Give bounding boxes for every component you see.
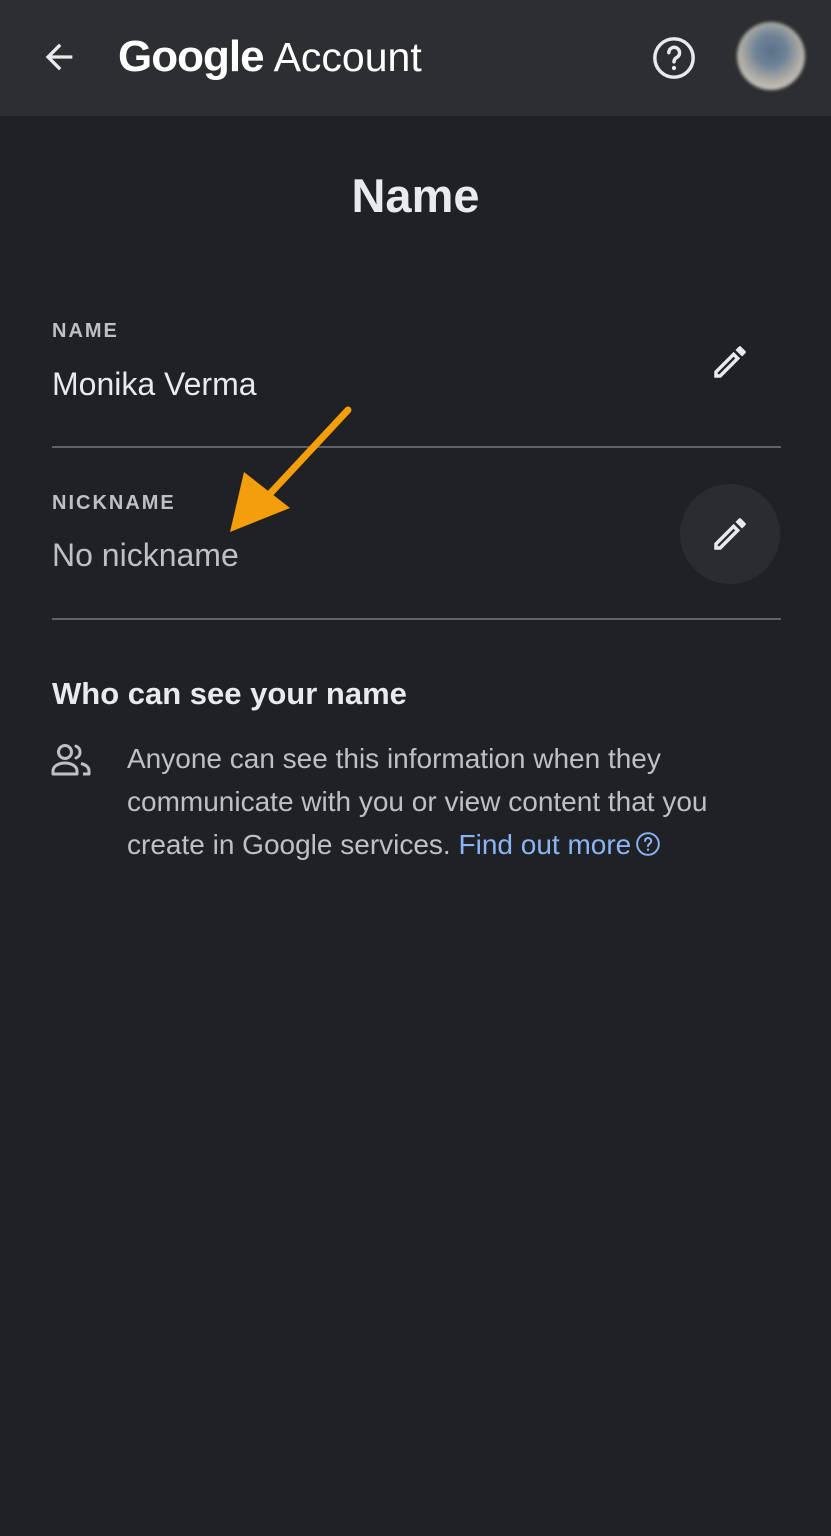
annotation-arrow [230,406,352,532]
divider [52,618,781,620]
nickname-label: NICKNAME [52,492,176,514]
nickname-value: No nickname [52,537,239,573]
help-circle-icon [636,832,661,856]
find-out-more-link[interactable]: Find out more [459,829,662,860]
page-title: Name [351,169,480,222]
edit-name-button[interactable] [680,312,780,412]
help-button[interactable] [646,30,702,86]
app-bar: Google Account [0,0,831,116]
find-out-more-label: Find out more [458,829,632,860]
back-arrow-icon [45,43,73,71]
brand-google-text: Google [118,32,265,81]
visibility-heading: Who can see your name [52,676,407,711]
edit-icon [714,518,746,550]
name-label: NAME [52,320,119,342]
google-account-logo: Google Account [118,30,422,84]
back-button[interactable] [32,30,86,84]
name-value: Monika Verma [52,366,257,402]
edit-nickname-button[interactable] [680,484,780,584]
account-avatar[interactable] [737,22,805,90]
divider [52,446,781,448]
edit-icon [714,346,746,378]
people-icon [51,744,91,776]
brand-account-text: Account [273,33,422,80]
visibility-description: Anyone can see this information when the… [127,737,787,866]
help-icon [653,37,695,79]
